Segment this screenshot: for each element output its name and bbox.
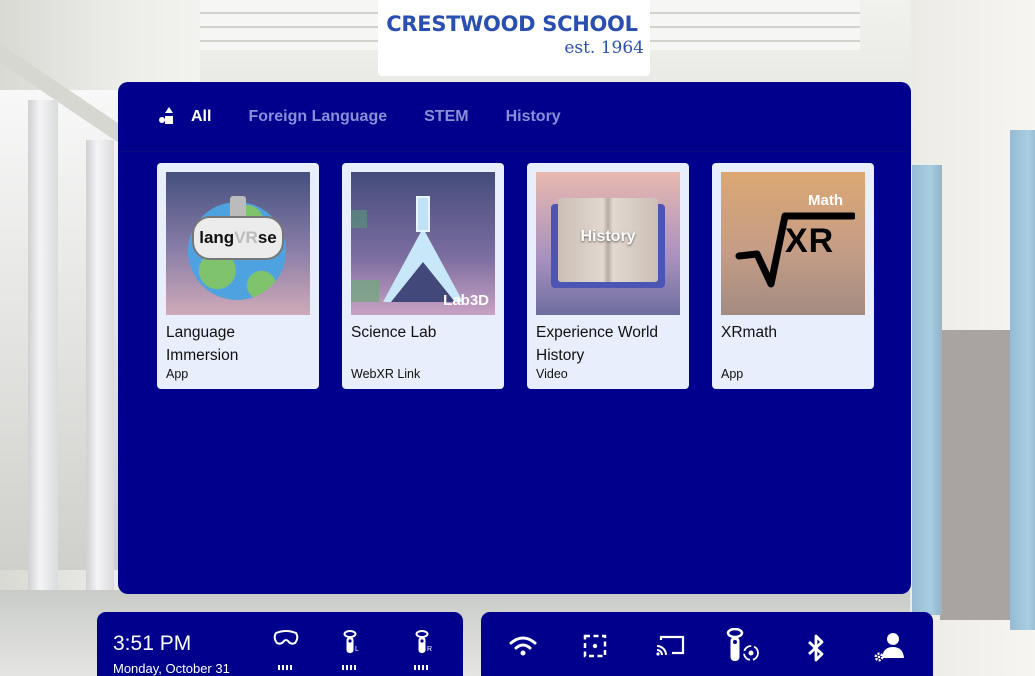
card-type: App xyxy=(166,367,189,381)
content-grid: lang VR se Language Immersion App Lab3D Sc… xyxy=(157,163,874,389)
status-bar: 3:51 PM Monday, October 31 L R xyxy=(97,612,463,676)
cast-button[interactable] xyxy=(655,634,685,664)
clock-time: 3:51 PM xyxy=(113,632,192,655)
account-settings-button[interactable] xyxy=(873,630,907,664)
lab3d-thumbnail: Lab3D xyxy=(351,172,495,315)
bluetooth-icon xyxy=(808,634,824,662)
controller-side-label: R xyxy=(427,646,433,653)
content-card-science-lab[interactable]: Lab3D Science Lab WebXR Link xyxy=(342,163,504,389)
boundary-icon xyxy=(583,634,607,658)
card-title: Language Immersion xyxy=(166,324,239,364)
left-controller-status[interactable]: L xyxy=(335,630,365,676)
bluetooth-button[interactable] xyxy=(806,634,836,664)
card-title: Science Lab xyxy=(351,324,437,341)
cast-icon xyxy=(656,635,685,656)
tab-stem[interactable]: STEM xyxy=(424,108,468,126)
flask-neck xyxy=(416,196,430,232)
headset-icon xyxy=(273,630,299,645)
langvrse-thumbnail: lang VR se xyxy=(166,172,310,315)
locker xyxy=(1010,130,1035,630)
wifi-icon xyxy=(509,636,537,656)
thumbnail-label: Lab3D xyxy=(443,292,489,309)
logo-text: VR xyxy=(234,228,258,247)
school-logo: CRESTWOOD SCHOOL est. 1964 xyxy=(378,0,650,76)
card-type: WebXR Link xyxy=(351,367,421,381)
pixel-decoration xyxy=(351,210,367,228)
shapes-icon[interactable] xyxy=(159,107,173,124)
card-type: App xyxy=(721,367,744,381)
card-title: XRmath xyxy=(721,324,777,341)
thumbnail-label: Math xyxy=(808,192,843,209)
boundary-button[interactable] xyxy=(583,634,613,664)
controller-side-label: L xyxy=(355,646,359,653)
school-established: est. 1964 xyxy=(564,38,644,58)
card-type: Video xyxy=(536,367,568,381)
thumbnail-logo-text: XR xyxy=(785,222,835,260)
clock-date: Monday, October 31 xyxy=(113,661,230,676)
headset-logo: lang VR se xyxy=(192,216,284,260)
right-controller-status[interactable]: R xyxy=(407,630,437,676)
user-settings-icon xyxy=(874,633,904,662)
battery-level-icon xyxy=(342,665,358,670)
logo-text: lang xyxy=(199,228,235,247)
logo-text: se xyxy=(257,228,277,247)
school-name: CRESTWOOD SCHOOL xyxy=(386,12,638,36)
tab-foreign-language[interactable]: Foreign Language xyxy=(248,108,387,126)
tab-all[interactable]: All xyxy=(191,108,211,126)
controller-sync-icon xyxy=(726,628,759,661)
thumbnail-label: History xyxy=(580,228,636,245)
wifi-button[interactable] xyxy=(508,634,538,664)
locker xyxy=(912,165,942,615)
card-title: Experience World History xyxy=(536,324,659,364)
content-card-world-history[interactable]: History Experience World History Video xyxy=(527,163,689,389)
pillar xyxy=(28,100,58,660)
headset-status[interactable] xyxy=(271,630,301,676)
tab-history[interactable]: History xyxy=(506,108,561,126)
category-tabs: All Foreign Language STEM History xyxy=(118,82,911,152)
history-thumbnail: History xyxy=(536,172,680,315)
content-card-language-immersion[interactable]: lang VR se Language Immersion App xyxy=(157,163,319,389)
wall-panel xyxy=(940,330,1010,620)
quick-settings-bar xyxy=(481,612,933,676)
pillar xyxy=(86,140,114,660)
battery-level-icon xyxy=(414,665,430,670)
xrmath-thumbnail: Math XR xyxy=(721,172,865,315)
content-library-panel: All Foreign Language STEM History lang VR… xyxy=(118,82,911,594)
content-card-xrmath[interactable]: Math XR XRmath App xyxy=(712,163,874,389)
controller-settings-button[interactable] xyxy=(726,628,762,664)
pixel-decoration xyxy=(351,280,379,302)
battery-level-icon xyxy=(278,665,294,670)
